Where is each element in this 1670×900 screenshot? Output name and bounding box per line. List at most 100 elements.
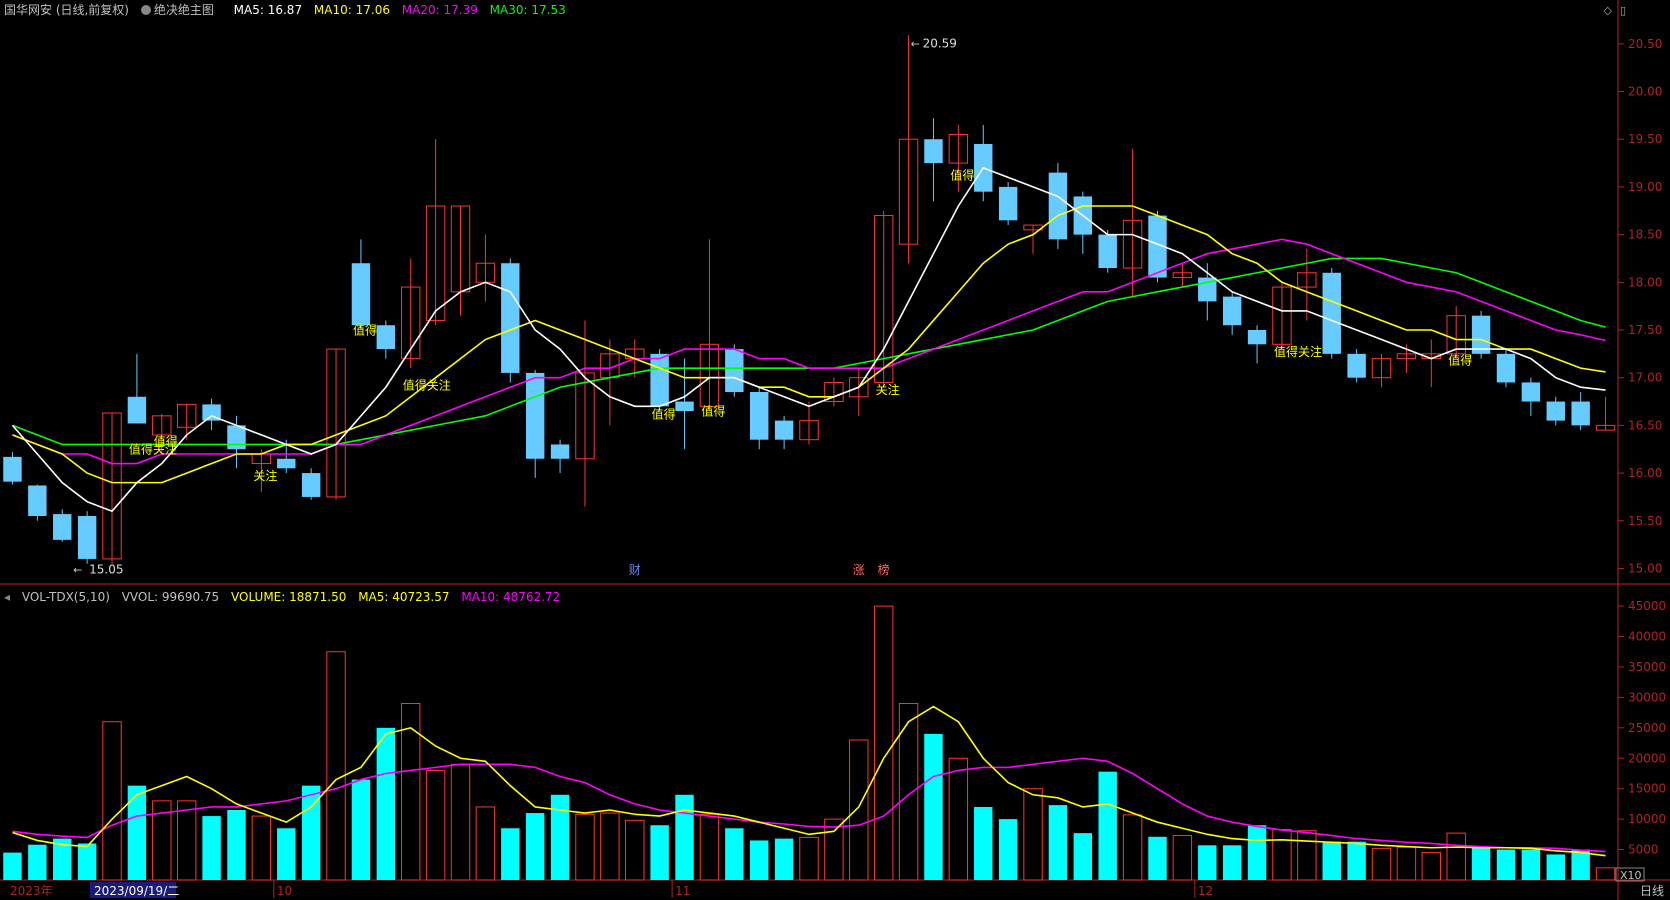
volume-bar-up xyxy=(873,605,894,881)
volume-bar-up xyxy=(1023,788,1043,881)
volume-tick-label: 25000 xyxy=(1628,721,1666,735)
price-tick-label: 20.00 xyxy=(1628,85,1662,99)
volume-bar-down xyxy=(3,852,22,880)
candle-down xyxy=(351,263,371,326)
candle-down xyxy=(774,420,794,440)
volume-bar-up xyxy=(1421,852,1442,881)
volume-bar-up xyxy=(824,818,844,881)
stock-title[interactable]: 国华网安 (日线,前复权) xyxy=(4,3,129,17)
candle-down xyxy=(1347,353,1366,378)
collapse-icon[interactable]: ◂ xyxy=(4,590,10,604)
volume-bar-down xyxy=(1471,846,1491,880)
month-label: 10 xyxy=(277,884,292,898)
volume-bar-up xyxy=(1172,835,1193,881)
volume-bar-down xyxy=(1198,845,1217,880)
stock-chart[interactable]: 20.50 20.00 19.50 19.00 18.50 18.00 17.50 17.00… xyxy=(0,0,1670,900)
signal-label: 关注 xyxy=(253,468,277,483)
volume-bar-up xyxy=(450,763,471,881)
volume-bar-up xyxy=(102,721,122,881)
signal-label: 值得 xyxy=(950,167,974,182)
volume-bar-up xyxy=(251,815,272,881)
volume-tick-label: 45000 xyxy=(1628,599,1666,613)
candle-down xyxy=(277,458,296,469)
diamond-icon[interactable]: ◇ xyxy=(1603,4,1611,17)
candle-down xyxy=(1048,172,1068,240)
volume-bar-down xyxy=(501,828,520,880)
candle-down xyxy=(750,392,769,440)
zoom-label: X10 xyxy=(1620,869,1642,882)
volume-legend: ◂ VOL-TDX(5,10) VVOL: 99690.75 VOLUME: 1… xyxy=(4,589,568,605)
volume-bar-down xyxy=(774,838,794,880)
volume-bar-up xyxy=(1122,814,1143,881)
vol-ma5-value: MA5: 40723.57 xyxy=(358,590,450,604)
volume-bar-down xyxy=(127,785,147,880)
volume-bar-down xyxy=(675,794,694,880)
vvol-value: VVOL: 99690.75 xyxy=(121,590,220,604)
volume-bar-down xyxy=(725,828,744,880)
candle-down xyxy=(1098,234,1117,268)
price-tick-label: 16.50 xyxy=(1628,418,1662,432)
volume-bar-up xyxy=(1446,832,1466,881)
volume-bar-down xyxy=(1496,849,1516,880)
volume-bar-down xyxy=(525,813,545,880)
vol-indicator-name[interactable]: VOL-TDX(5,10) xyxy=(22,590,110,604)
month-label: 12 xyxy=(1198,884,1213,898)
restore-icon[interactable]: ▯ xyxy=(1620,4,1626,17)
volume-bar-down xyxy=(1073,833,1093,880)
candle-down xyxy=(3,456,22,482)
volume-bar-down xyxy=(998,819,1018,880)
volume-bar-down xyxy=(650,825,669,880)
candle-down xyxy=(675,401,694,412)
price-tick-label: 19.00 xyxy=(1628,180,1662,194)
candle-down xyxy=(127,396,147,424)
volume-bar-down xyxy=(1148,836,1167,880)
candle-down xyxy=(550,444,570,459)
year-label: 2023年 xyxy=(10,884,53,898)
candle-down xyxy=(376,325,396,350)
volume-tick-label: 5000 xyxy=(1628,843,1659,857)
ma30-value: MA30: 17.53 xyxy=(489,3,566,17)
volume-tick-label: 20000 xyxy=(1628,751,1666,765)
candle-down xyxy=(53,514,72,540)
price-tick-label: 17.00 xyxy=(1628,371,1662,385)
price-tick-label: 15.50 xyxy=(1628,514,1662,528)
volume-bar-down xyxy=(77,843,97,880)
candle-down xyxy=(924,139,943,164)
candle-down xyxy=(77,516,97,559)
dropdown-icon xyxy=(140,5,151,15)
vol-ma10-value: MA10: 48762.72 xyxy=(461,590,561,604)
volume-bar-down xyxy=(1098,771,1117,880)
volume-bar-up xyxy=(575,813,595,881)
event-tag-cai: 财 xyxy=(629,563,641,577)
cursor-date: 2023/09/19/二 xyxy=(94,884,179,898)
indicator-selector[interactable]: 绝决绝主图 xyxy=(140,3,222,17)
vol-ma5-line xyxy=(12,705,1606,857)
volume-tick-label: 30000 xyxy=(1628,690,1666,704)
volume-bar-down xyxy=(1521,849,1541,880)
candle-down xyxy=(998,186,1018,221)
price-tick-label: 18.50 xyxy=(1628,228,1662,242)
candle-down xyxy=(1247,330,1267,345)
price-tick-label: 18.00 xyxy=(1628,275,1662,289)
low-marker: 15.05 xyxy=(89,563,123,577)
signal-label: 值得 xyxy=(652,407,676,422)
window-controls: ◇ ▯ xyxy=(1595,4,1626,17)
volume-bar-down xyxy=(28,844,47,880)
volume-bar-down xyxy=(351,779,371,880)
candle-down xyxy=(501,263,520,373)
volume-bar-down xyxy=(1347,841,1366,880)
volume-bar-down xyxy=(227,810,246,880)
volume-bar-up xyxy=(425,769,446,881)
candle-down xyxy=(525,372,545,459)
volume-bar-up xyxy=(1297,830,1317,881)
candle-down xyxy=(1322,272,1341,354)
volume-bar-up xyxy=(849,739,869,881)
price-tick-label: 16.00 xyxy=(1628,466,1662,480)
volume-bar-down xyxy=(750,840,769,880)
high-arrow: ← xyxy=(911,37,920,50)
volume-bar-up xyxy=(625,819,645,881)
volume-value: VOLUME: 18871.50 xyxy=(231,590,347,604)
period-label: 日线 xyxy=(1640,884,1664,898)
ma5-value: MA5: 16.87 xyxy=(233,3,303,17)
volume-bar-down xyxy=(277,828,296,880)
